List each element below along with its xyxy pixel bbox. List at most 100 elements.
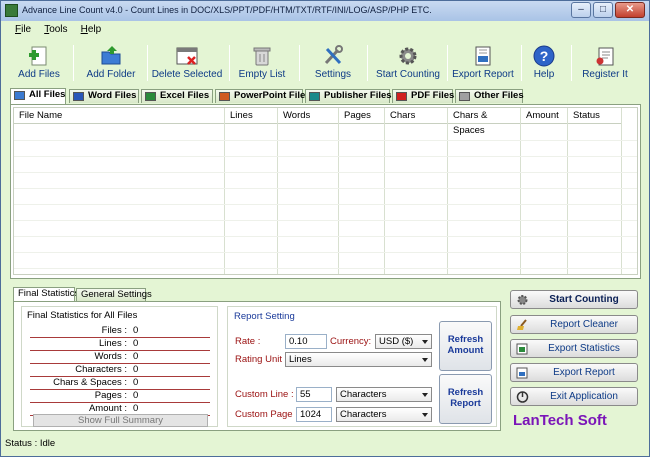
custom-page-unit-select[interactable]: Characters — [336, 407, 432, 422]
tools-icon — [322, 45, 344, 67]
tab-general-settings[interactable]: General Settings — [76, 288, 152, 301]
tab-pdf-files[interactable]: PDF Files — [392, 89, 454, 103]
stat-files: Files :0 — [30, 325, 210, 338]
menu-file[interactable]: File — [15, 24, 31, 35]
pdf-icon — [396, 92, 407, 101]
register-button[interactable]: Register It — [577, 41, 633, 87]
exit-icon — [516, 391, 529, 403]
grid-row-line — [14, 172, 637, 173]
file-list-grid[interactable]: File Name Lines Words Pages Chars Chars … — [13, 107, 638, 275]
svg-text:?: ? — [540, 48, 549, 64]
column-header-chars-spaces[interactable]: Chars & Spaces — [448, 108, 520, 136]
word-icon — [73, 92, 84, 101]
empty-list-button[interactable]: Empty List — [235, 41, 289, 87]
column-header-chars[interactable]: Chars — [385, 108, 447, 124]
add-files-button[interactable]: Add Files — [15, 41, 63, 87]
title-bar: Advance Line Count v4.0 - Count Lines in… — [1, 1, 649, 21]
register-icon — [594, 45, 616, 67]
toolbar-separator — [447, 45, 448, 81]
tab-other-files[interactable]: Other Files — [455, 89, 524, 103]
stats-group: Final Statistics for All Files Files :0 … — [21, 306, 218, 427]
rating-unit-select[interactable]: Lines — [285, 352, 432, 367]
tab-word-files[interactable]: Word Files — [69, 89, 139, 103]
custom-line-input[interactable]: 55 — [296, 387, 332, 402]
stat-lines: Lines :0 — [30, 338, 210, 351]
toolbar-separator — [73, 45, 74, 81]
grid-row-line — [14, 156, 637, 157]
column-amount: Amount — [521, 108, 568, 274]
grid-row-line — [14, 204, 637, 205]
rating-unit-label: Rating Unit : — [235, 354, 288, 365]
column-header-pages[interactable]: Pages — [339, 108, 384, 124]
grid-row-line — [14, 252, 637, 253]
column-header-lines[interactable]: Lines — [225, 108, 277, 124]
tab-all-files[interactable]: All Files — [10, 88, 66, 104]
powerpoint-icon — [219, 92, 230, 101]
menu-help[interactable]: Help — [81, 24, 102, 35]
settings-button[interactable]: Settings — [309, 41, 357, 87]
window-title: Advance Line Count v4.0 - Count Lines in… — [22, 5, 432, 15]
brand-label: LanTech Soft — [513, 412, 607, 429]
currency-select[interactable]: USD ($) — [375, 334, 432, 349]
toolbar: Add Files Add Folder Delete Selected Emp… — [5, 41, 645, 87]
start-counting-side-button[interactable]: Start Counting — [510, 290, 638, 309]
rate-input[interactable]: 0.10 — [285, 334, 327, 349]
start-counting-button[interactable]: Start Counting — [373, 41, 443, 87]
export-icon — [516, 367, 529, 379]
show-full-summary-button[interactable]: Show Full Summary — [33, 414, 208, 427]
grid-row-line — [14, 140, 637, 141]
column-file-name: File Name — [14, 108, 225, 274]
gear-icon — [397, 45, 419, 67]
tab-powerpoint-files[interactable]: PowerPoint Files — [215, 89, 311, 103]
maximize-button[interactable]: □ — [593, 2, 613, 18]
toolbar-separator — [147, 45, 148, 81]
column-header-words[interactable]: Words — [278, 108, 338, 124]
other-files-icon — [459, 92, 470, 101]
column-status: Status — [568, 108, 622, 274]
grid-row-line — [14, 236, 637, 237]
add-files-icon — [28, 45, 50, 67]
file-list-panel: File Name Lines Words Pages Chars Chars … — [10, 104, 641, 279]
tab-excel-files[interactable]: Excel Files — [141, 89, 213, 103]
stats-title: Final Statistics for All Files — [27, 310, 138, 321]
minimize-button[interactable]: – — [571, 2, 591, 18]
stat-words: Words :0 — [30, 351, 210, 364]
all-files-icon — [14, 91, 25, 100]
refresh-report-button[interactable]: Refresh Report — [439, 374, 492, 424]
export-icon — [472, 45, 494, 67]
exit-application-button[interactable]: Exit Application — [510, 387, 638, 406]
tab-final-statistics[interactable]: Final Statistics — [13, 287, 79, 302]
report-setting-legend: Report Setting — [234, 311, 295, 322]
report-cleaner-button[interactable]: Report Cleaner — [510, 315, 638, 334]
custom-line-unit-select[interactable]: Characters — [336, 387, 432, 402]
export-report-button[interactable]: Export Report — [451, 41, 515, 87]
column-words: Words — [278, 108, 339, 274]
toolbar-separator — [367, 45, 368, 81]
grid-row-line — [14, 220, 637, 221]
grid-row-line — [14, 268, 637, 269]
custom-page-input[interactable]: 1024 — [296, 407, 332, 422]
help-button[interactable]: ? Help — [529, 41, 559, 87]
app-icon — [5, 4, 18, 17]
export-statistics-button[interactable]: Export Statistics — [510, 339, 638, 358]
refresh-amount-button[interactable]: Refresh Amount — [439, 321, 492, 371]
column-header-amount[interactable]: Amount — [521, 108, 567, 124]
excel-icon — [145, 92, 156, 101]
toolbar-separator — [229, 45, 230, 81]
tab-publisher-files[interactable]: Publisher Files — [305, 89, 392, 103]
gear-icon — [516, 294, 529, 306]
column-header-file-name[interactable]: File Name — [14, 108, 224, 124]
export-report-side-button[interactable]: Export Report — [510, 363, 638, 382]
chevron-down-icon — [422, 393, 428, 397]
stat-characters: Characters :0 — [30, 364, 210, 377]
chevron-down-icon — [422, 358, 428, 362]
rate-label: Rate : — [235, 336, 261, 347]
column-header-status[interactable]: Status — [568, 108, 621, 124]
main-window: Advance Line Count v4.0 - Count Lines in… — [0, 0, 650, 457]
delete-selected-button[interactable]: Delete Selected — [151, 41, 223, 87]
menu-tools[interactable]: Tools — [44, 24, 67, 35]
add-folder-button[interactable]: Add Folder — [83, 41, 139, 87]
column-chars-spaces: Chars & Spaces — [448, 108, 521, 274]
column-lines: Lines — [225, 108, 278, 274]
close-button[interactable]: ✕ — [615, 2, 645, 18]
